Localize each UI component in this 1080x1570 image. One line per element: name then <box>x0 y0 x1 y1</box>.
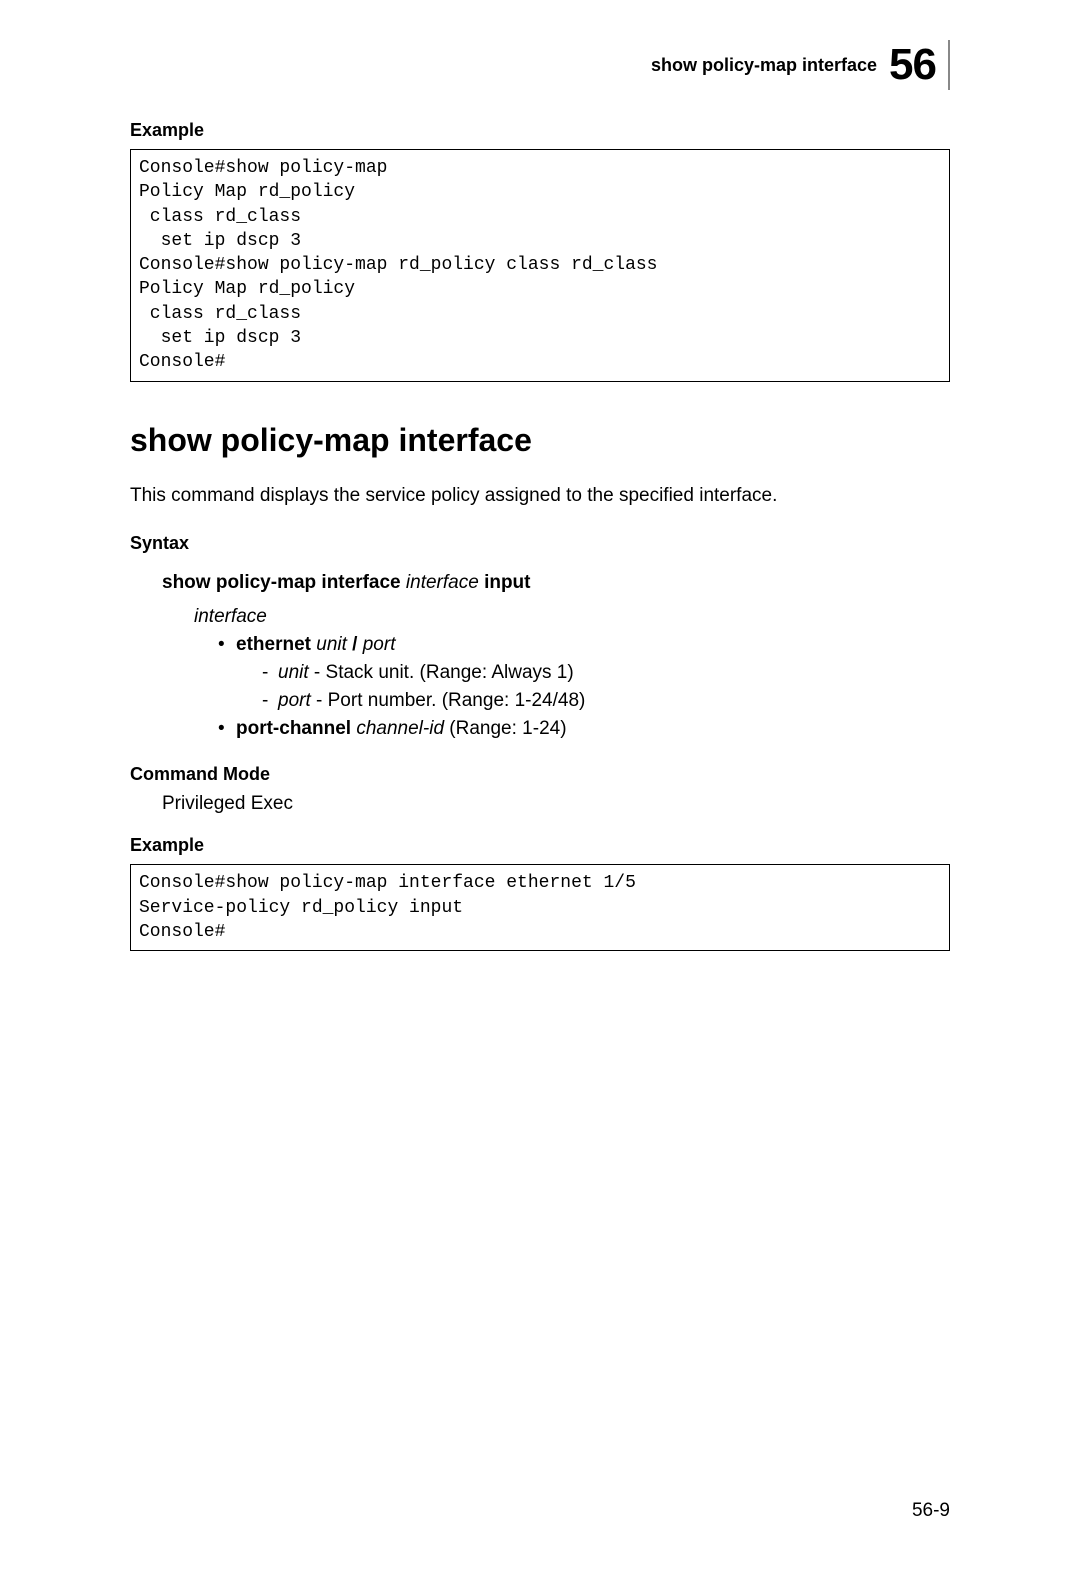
unit-text: - Stack unit. (Range: Always 1) <box>314 662 574 683</box>
syntax-param-interface: interface <box>194 606 950 628</box>
chapter-number: 56 <box>889 40 950 90</box>
ethernet-port: port <box>363 634 396 655</box>
command-mode-value: Privileged Exec <box>162 793 950 815</box>
example2-code-block: Console#show policy-map interface ethern… <box>130 864 950 951</box>
header-breadcrumb: show policy-map interface <box>651 55 877 76</box>
syntax-heading: Syntax <box>130 533 950 554</box>
command-heading: show policy-map interface <box>130 422 950 459</box>
port-desc: port - Port number. (Range: 1-24/48) <box>262 690 950 712</box>
port-text: - Port number. (Range: 1-24/48) <box>316 690 585 711</box>
page-number: 56-9 <box>912 1500 950 1522</box>
command-description: This command displays the service policy… <box>130 483 950 510</box>
syntax-param-list: ethernet unit / port unit - Stack unit. … <box>218 634 950 740</box>
command-mode-heading: Command Mode <box>130 764 950 785</box>
syntax-portchannel-item: port-channel channel-id (Range: 1-24) <box>218 718 950 740</box>
unit-desc: unit - Stack unit. (Range: Always 1) <box>262 662 950 684</box>
portchannel-italic: channel-id <box>356 718 444 739</box>
portchannel-keyword: port-channel <box>236 718 351 739</box>
ethernet-unit: unit <box>316 634 347 655</box>
port-italic: port <box>278 690 311 711</box>
ethernet-slash: / <box>352 634 357 655</box>
example1-heading: Example <box>130 120 950 141</box>
example1-code-block: Console#show policy-map Policy Map rd_po… <box>130 149 950 382</box>
syntax-command-line: show policy-map interface interface inpu… <box>162 572 950 594</box>
syntax-ethernet-item: ethernet unit / port unit - Stack unit. … <box>218 634 950 712</box>
example2-heading: Example <box>130 835 950 856</box>
syntax-cmd-bold2: input <box>484 572 530 593</box>
unit-italic: unit <box>278 662 309 683</box>
ethernet-sublist: unit - Stack unit. (Range: Always 1) por… <box>262 662 950 712</box>
page-header: show policy-map interface 56 <box>130 40 950 90</box>
ethernet-keyword: ethernet <box>236 634 311 655</box>
syntax-cmd-italic: interface <box>406 572 479 593</box>
portchannel-text: (Range: 1-24) <box>449 718 566 739</box>
syntax-cmd-bold1: show policy-map interface <box>162 572 401 593</box>
